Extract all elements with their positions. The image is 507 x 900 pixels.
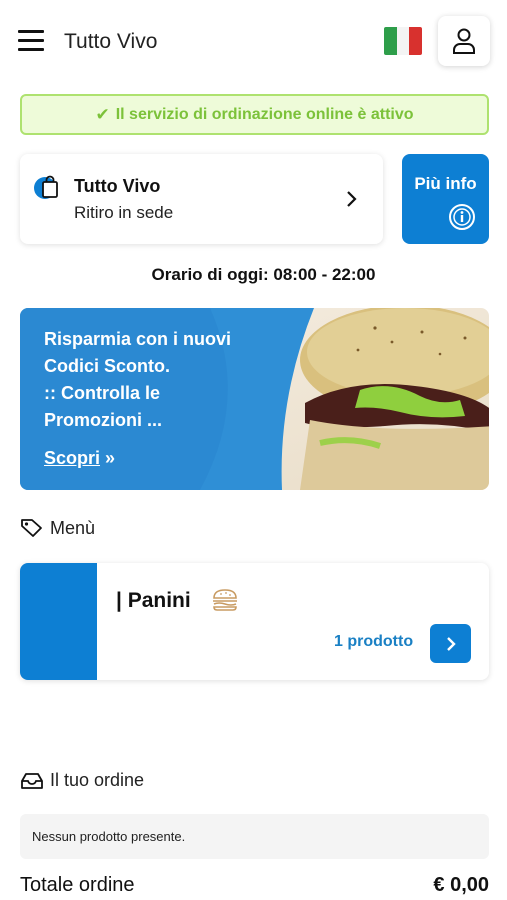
more-info-button[interactable]: Più info — [402, 154, 489, 244]
shopping-bag-icon — [34, 175, 58, 199]
italian-flag-icon[interactable] — [384, 27, 422, 55]
inbox-icon — [21, 772, 43, 789]
category-product-count: 1 prodotto — [334, 633, 414, 650]
promo-line: Codici Sconto. — [44, 356, 170, 376]
top-bar: Tutto Vivo — [0, 0, 507, 82]
check-icon: ✔ — [95, 104, 110, 124]
store-selector-card[interactable]: Tutto Vivo Ritiro in sede — [20, 154, 383, 244]
user-account-button[interactable] — [438, 16, 490, 66]
store-name: Tutto Vivo — [74, 176, 161, 196]
burger-icon — [213, 589, 237, 611]
promo-text: Risparmia con i nuovi Codici Sconto. :: … — [44, 326, 284, 434]
hamburger-menu-icon[interactable] — [18, 29, 44, 51]
order-total-value: € 0,00 — [433, 874, 489, 896]
category-title: | Panini — [116, 589, 191, 612]
order-total-row: Totale ordine € 0,00 — [20, 874, 489, 900]
menu-section-header: Menù — [20, 517, 95, 539]
pickup-mode: Ritiro in sede — [74, 203, 174, 222]
promo-discover-link[interactable]: Scopri » — [44, 448, 115, 469]
promo-line: :: Controlla le — [44, 383, 160, 403]
opening-hours: Orario di oggi: 08:00 - 22:00 — [151, 265, 376, 284]
promo-cta-label: Scopri — [44, 448, 101, 468]
tag-icon — [21, 519, 42, 537]
chevron-right-icon — [446, 636, 456, 651]
order-section-header: Il tuo ordine — [20, 770, 144, 791]
category-card-panini[interactable]: | Panini 1 prodotto — [20, 563, 489, 680]
order-section-title: Il tuo ordine — [50, 770, 145, 790]
service-status-text: Il servizio di ordinazione online è atti… — [115, 105, 414, 123]
more-info-label: Più info — [414, 174, 477, 193]
open-category-button[interactable] — [430, 624, 471, 663]
promo-line: Risparmia con i nuovi — [44, 329, 232, 349]
menu-section-title: Menù — [50, 517, 96, 538]
chevron-right-icon — [347, 191, 357, 207]
promo-banner[interactable]: Risparmia con i nuovi Codici Sconto. :: … — [20, 308, 489, 490]
promo-line: Promozioni ... — [44, 410, 163, 430]
user-icon — [453, 28, 475, 54]
service-status-banner: ✔ Il servizio di ordinazione online è at… — [20, 94, 489, 135]
app-title: Tutto Vivo — [64, 30, 158, 53]
double-chevron-right-icon: » — [105, 448, 116, 468]
category-thumbnail — [20, 563, 97, 680]
order-total-label: Totale ordine — [20, 874, 135, 896]
empty-order-message: Nessun prodotto presente. — [20, 814, 489, 859]
info-icon — [449, 204, 475, 230]
